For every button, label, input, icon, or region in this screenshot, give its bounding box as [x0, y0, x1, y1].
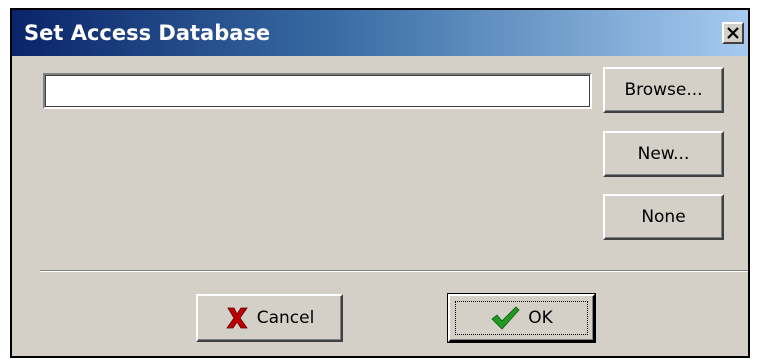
close-button[interactable] [722, 22, 744, 44]
browse-button[interactable]: Browse... [603, 67, 724, 113]
ok-button-label: OK [528, 308, 553, 328]
dialog-title: Set Access Database [24, 21, 271, 45]
set-access-database-dialog: Set Access Database Browse... New... Non… [10, 8, 750, 358]
green-checkmark-icon [490, 305, 520, 331]
browse-button-label: Browse... [624, 80, 703, 100]
database-path-input[interactable] [43, 73, 592, 109]
cancel-button-label: Cancel [256, 308, 315, 328]
close-icon [727, 27, 739, 39]
focus-rectangle [455, 301, 588, 335]
none-button-label: None [641, 207, 686, 227]
title-bar[interactable]: Set Access Database [12, 10, 748, 56]
new-button-label: New... [637, 144, 690, 164]
new-button[interactable]: New... [603, 131, 724, 177]
cancel-button[interactable]: Cancel [196, 294, 343, 342]
red-x-icon [225, 306, 249, 330]
ok-button[interactable]: OK [447, 293, 596, 343]
none-button[interactable]: None [603, 194, 724, 240]
separator-line [40, 270, 748, 272]
